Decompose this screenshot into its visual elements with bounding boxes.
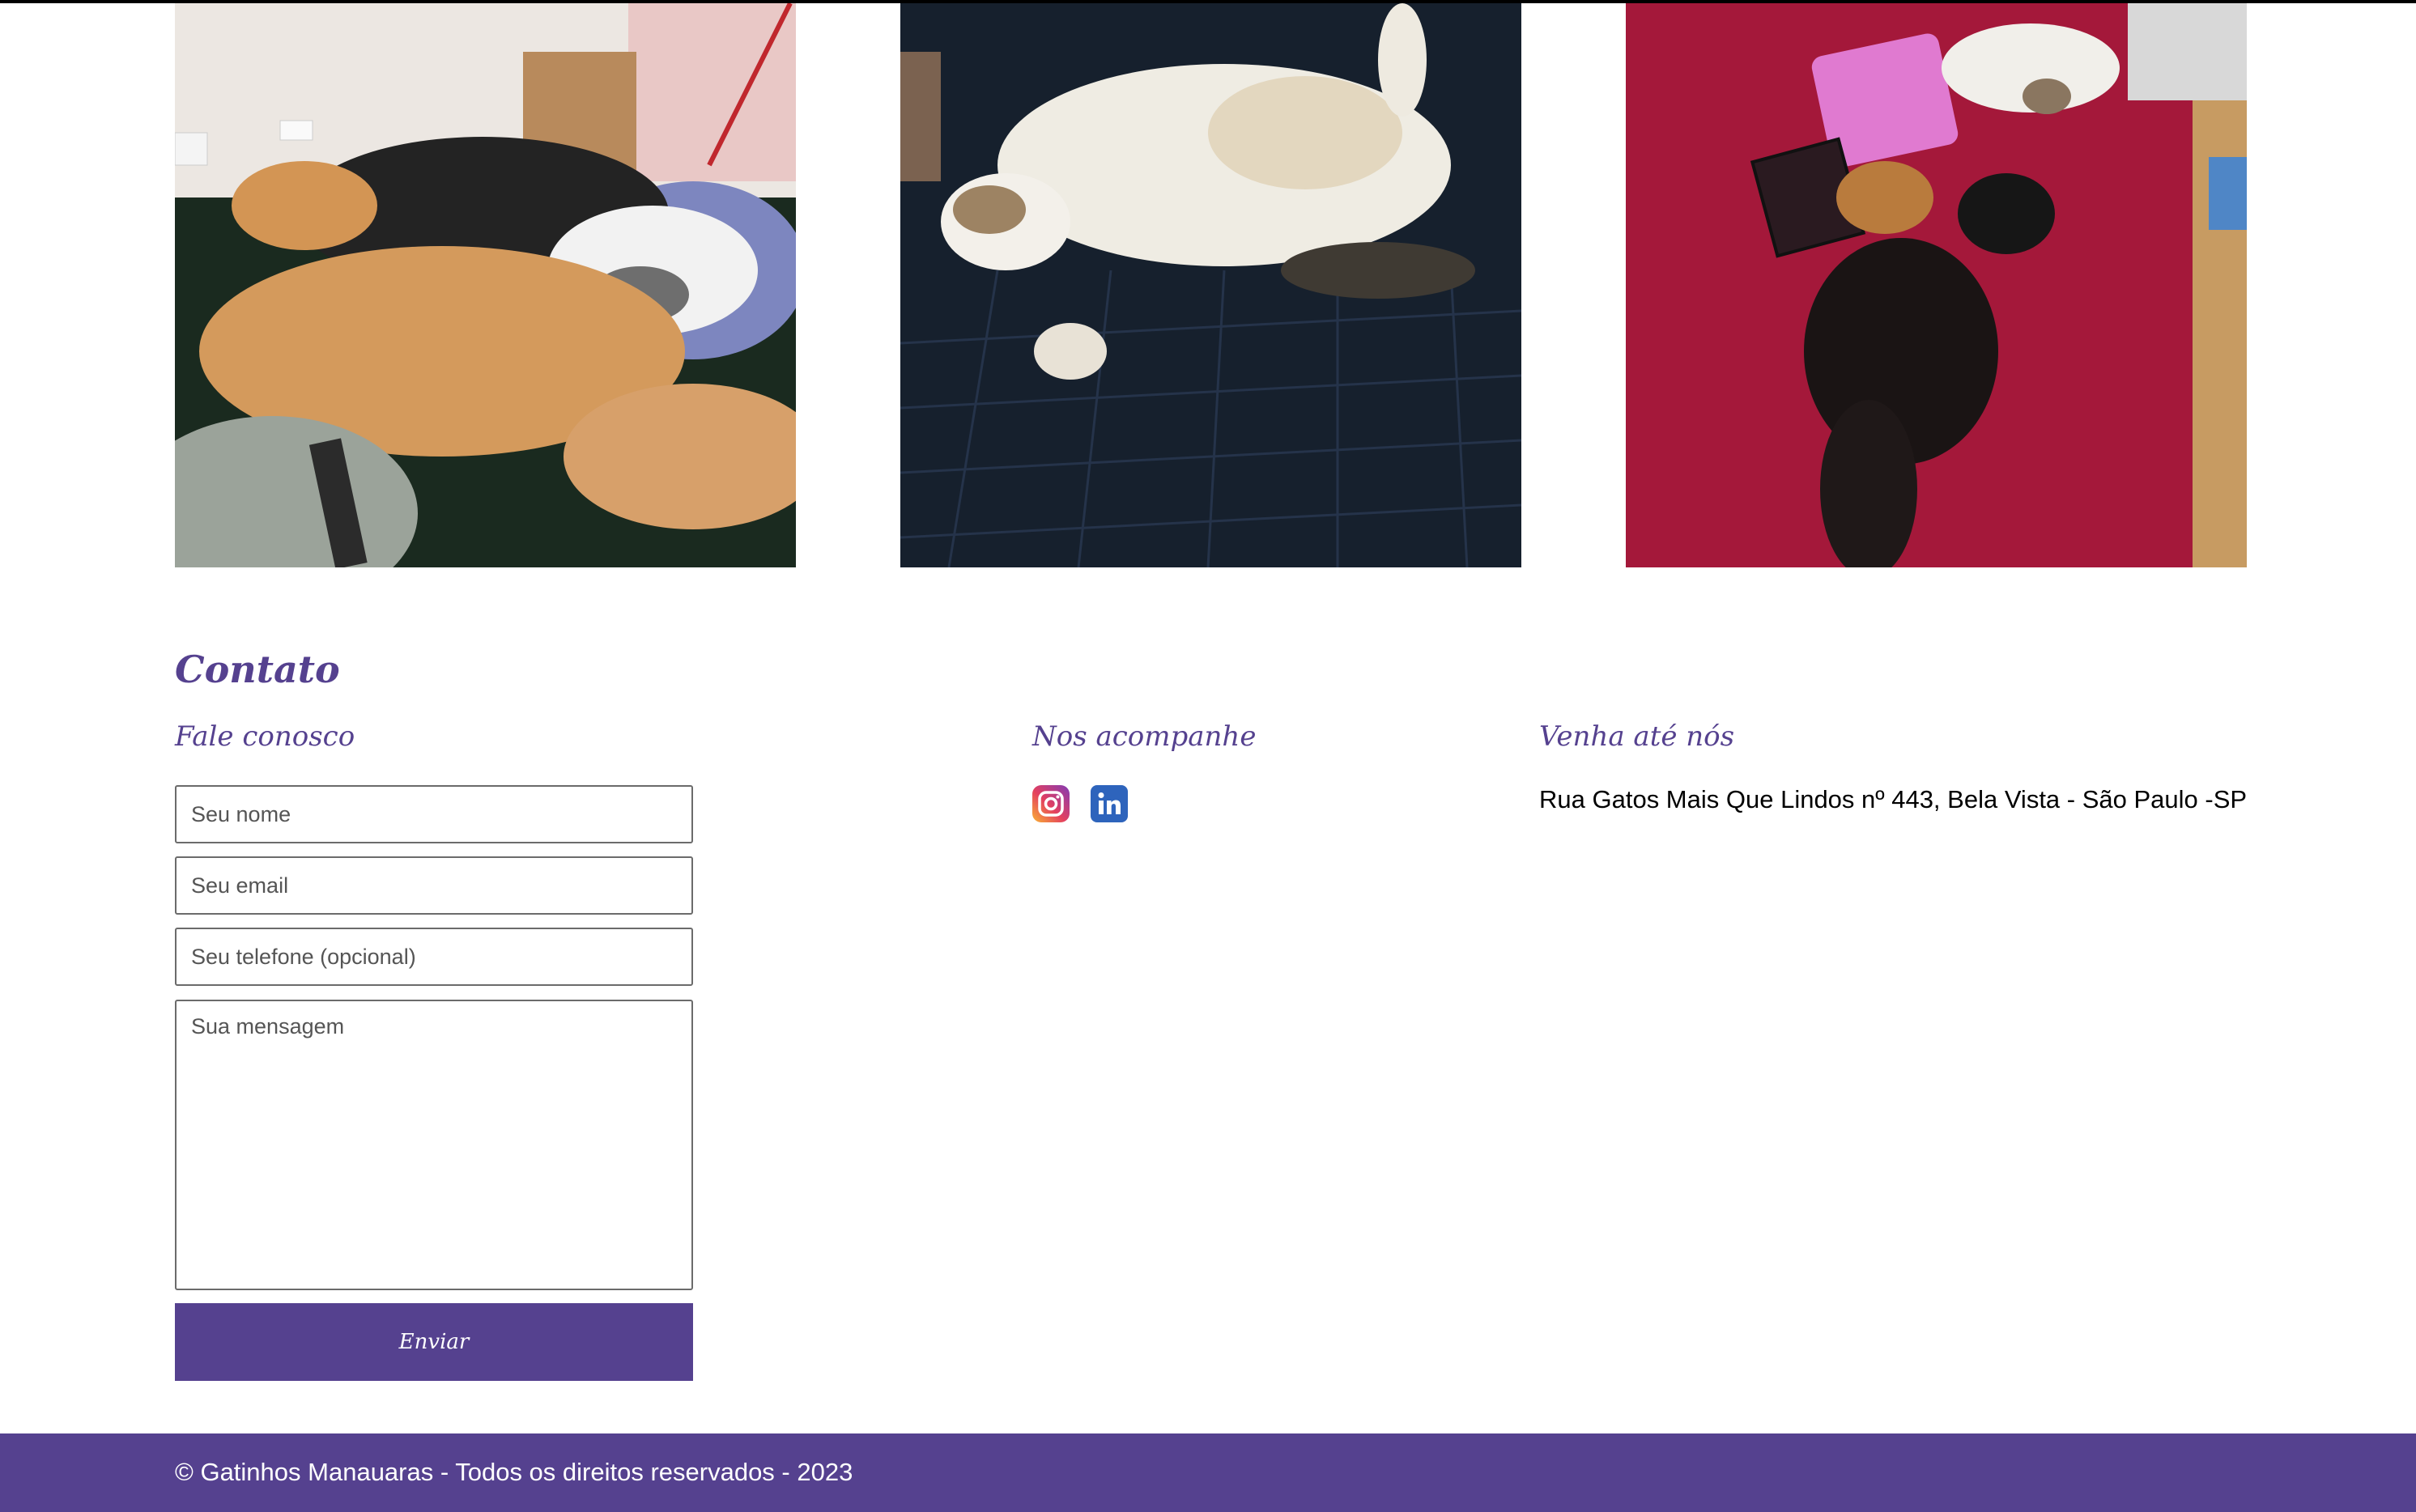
name-input[interactable] — [175, 785, 693, 843]
footer-copyright: © Gatinhos Manauaras - Todos os direitos… — [175, 1458, 853, 1486]
social-title: Nos acompanhe — [1032, 720, 1257, 753]
footer: © Gatinhos Manauaras - Todos os direitos… — [0, 1433, 2416, 1512]
message-textarea[interactable] — [175, 1000, 693, 1290]
linkedin-icon — [1091, 785, 1128, 822]
instagram-icon — [1032, 785, 1070, 822]
instagram-link[interactable] — [1032, 785, 1070, 822]
linkedin-link[interactable] — [1091, 785, 1128, 822]
cat-photo-1 — [175, 3, 796, 567]
address-text: Rua Gatos Mais Que Lindos nº 443, Bela V… — [1539, 785, 2248, 813]
cat-photo-3 — [1626, 3, 2247, 567]
phone-input[interactable] — [175, 928, 693, 986]
contact-title: Contato — [175, 648, 340, 691]
cat-photo-2 — [900, 3, 1521, 567]
email-input[interactable] — [175, 856, 693, 915]
submit-button[interactable]: Enviar — [175, 1303, 693, 1381]
form-title: Fale conosco — [175, 720, 355, 753]
location-title: Venha até nós — [1539, 720, 1735, 753]
